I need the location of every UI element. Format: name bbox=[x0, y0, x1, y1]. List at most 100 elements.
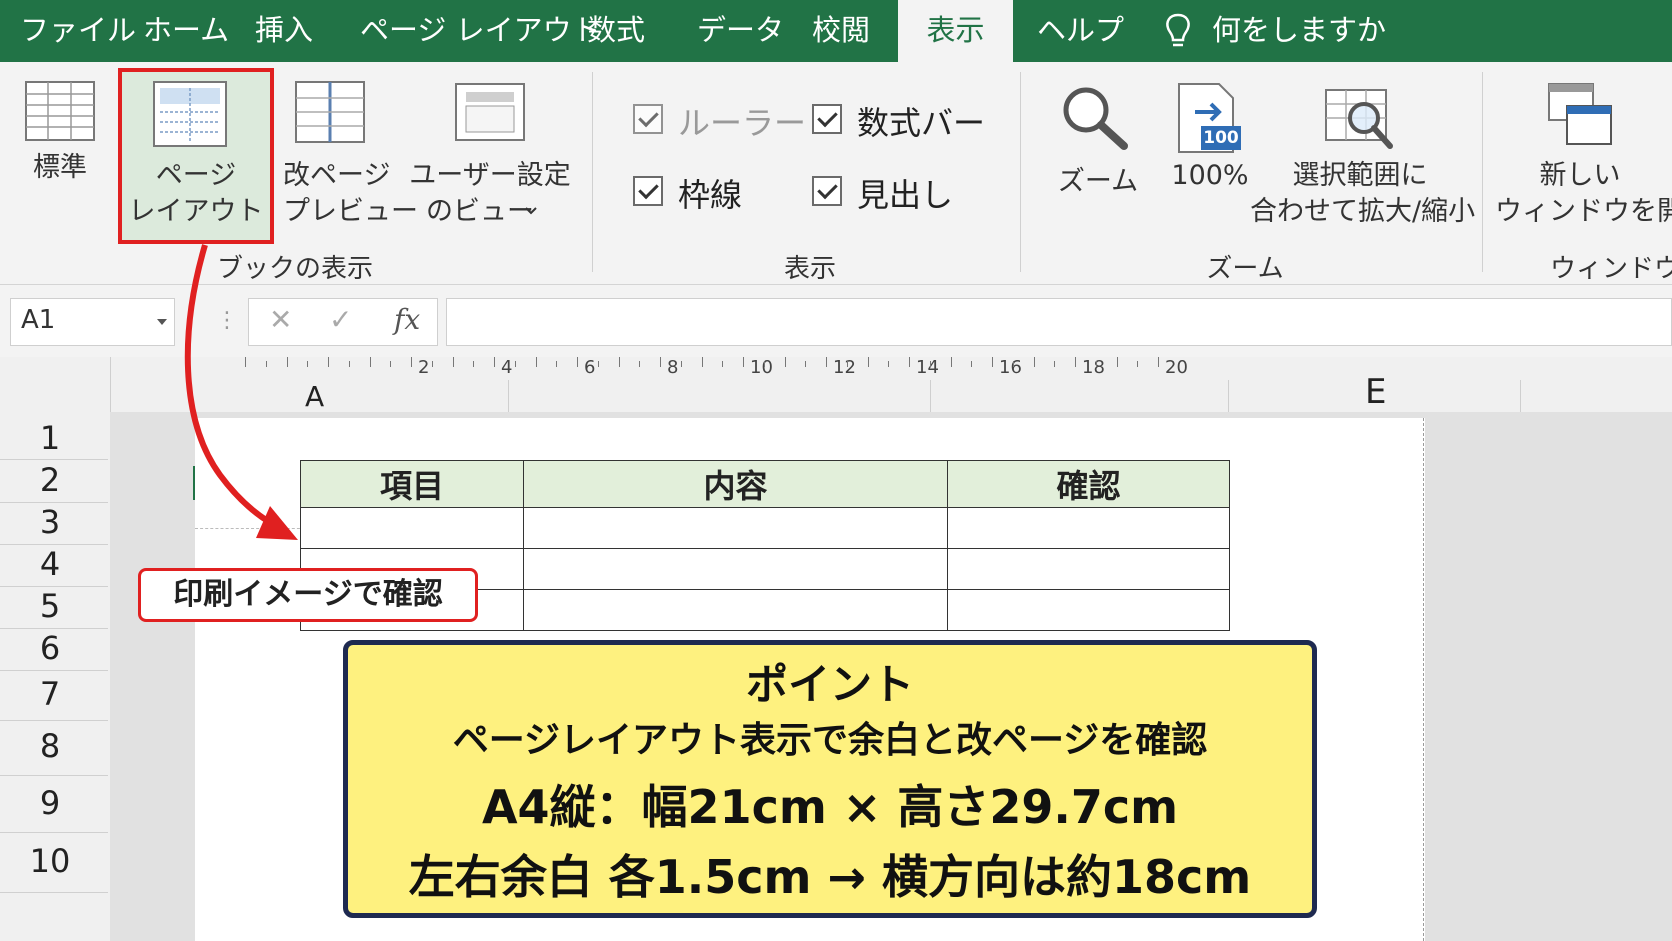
insert-function-icon[interactable]: fx bbox=[394, 303, 420, 336]
table-cell[interactable] bbox=[523, 548, 948, 590]
row-header-3[interactable]: 3 bbox=[0, 503, 100, 541]
normal-view-icon bbox=[25, 81, 95, 141]
tab-review[interactable]: 校閲 bbox=[812, 0, 870, 62]
table-header-check[interactable]: 確認 bbox=[947, 460, 1230, 508]
table-cell[interactable] bbox=[947, 589, 1230, 631]
ruler-tick-label: 18 bbox=[1082, 357, 1105, 378]
gridlines-label: 枠線 bbox=[678, 176, 743, 214]
ruler-tick-mark bbox=[618, 357, 620, 367]
formula-input[interactable] bbox=[446, 298, 1672, 346]
formula-bar-label: 数式バー bbox=[857, 104, 986, 142]
table-cell[interactable] bbox=[947, 507, 1230, 549]
page-break-label-1: 改ページ bbox=[283, 160, 391, 191]
row-header-9[interactable]: 9 bbox=[0, 784, 100, 822]
ruler-tick-mark bbox=[701, 357, 703, 367]
custom-views-label-2: のビュー bbox=[426, 196, 534, 227]
window-group-label: ウィンドウ bbox=[1550, 254, 1672, 284]
ruler-tick-mark bbox=[1116, 357, 1118, 367]
group-separator bbox=[592, 72, 593, 272]
column-header-e[interactable]: E bbox=[1365, 372, 1386, 412]
ruler-tick-mark bbox=[452, 357, 454, 367]
table-header-content[interactable]: 内容 bbox=[523, 460, 948, 508]
ruler-tick-mark bbox=[577, 357, 578, 367]
zoom-to-selection-label-2: 合わせて拡大/縮小 bbox=[1250, 196, 1476, 227]
ruler-tick-mark bbox=[348, 361, 350, 367]
point-line-1: ページレイアウト表示で余白と改ページを確認 bbox=[452, 720, 1208, 761]
row-header-6[interactable]: 6 bbox=[0, 629, 100, 667]
point-line-3: 左右余白 各1.5cm → 横方向は約18cm bbox=[408, 850, 1252, 904]
ruler-checkbox[interactable] bbox=[633, 104, 663, 134]
name-box-dropdown-icon[interactable] bbox=[156, 317, 168, 327]
row-header-2[interactable]: 2 bbox=[0, 461, 100, 499]
row-headers: 1 2 3 4 5 6 7 8 9 10 bbox=[0, 357, 111, 941]
formula-bar-checkbox[interactable] bbox=[812, 104, 842, 134]
tab-file[interactable]: ファイル bbox=[20, 0, 136, 62]
tab-view[interactable]: 表示 bbox=[898, 0, 1013, 62]
ruler-tick-mark bbox=[1137, 361, 1139, 367]
ruler-tick-mark bbox=[784, 357, 786, 367]
row-divider bbox=[0, 670, 108, 671]
row-header-1[interactable]: 1 bbox=[0, 419, 100, 457]
lightbulb-icon bbox=[1166, 13, 1190, 47]
tab-insert[interactable]: 挿入 bbox=[255, 0, 313, 62]
zoom-label: ズーム bbox=[1057, 166, 1139, 197]
show-group-label: 表示 bbox=[783, 254, 836, 284]
ruler-tick-mark bbox=[556, 361, 558, 367]
ruler-tick-label: 14 bbox=[916, 357, 939, 378]
point-line-2: A4縦：幅21cm × 高さ29.7cm bbox=[481, 780, 1179, 834]
zoom-to-selection-label-1: 選択範囲に bbox=[1292, 160, 1428, 191]
headings-checkbox[interactable] bbox=[812, 176, 842, 206]
ruler-tick-mark bbox=[722, 361, 724, 367]
table-header-item[interactable]: 項目 bbox=[300, 460, 524, 508]
normal-view-label: 標準 bbox=[33, 152, 87, 183]
table-cell[interactable] bbox=[523, 589, 948, 631]
ruler-tick-mark bbox=[763, 361, 765, 367]
row-header-5[interactable]: 5 bbox=[0, 587, 100, 625]
row-header-4[interactable]: 4 bbox=[0, 545, 100, 583]
ruler-tick-mark bbox=[431, 361, 433, 367]
ruler-tick-mark bbox=[1158, 357, 1159, 367]
ruler-tick-mark bbox=[639, 361, 641, 367]
ruler-tick-mark bbox=[909, 357, 910, 367]
callout-label: 印刷イメージで確認 bbox=[138, 568, 478, 622]
row-header-10[interactable]: 10 bbox=[0, 842, 100, 880]
tab-help[interactable]: ヘルプ bbox=[1037, 0, 1124, 62]
tab-home[interactable]: ホーム bbox=[143, 0, 229, 62]
ruler-tick-mark bbox=[846, 361, 848, 367]
row-header-8[interactable]: 8 bbox=[0, 727, 100, 765]
page-layout-label-1: ページ bbox=[155, 160, 237, 191]
row-divider bbox=[0, 832, 108, 833]
ruler-tick-label: 6 bbox=[584, 357, 596, 378]
gridlines-checkbox[interactable] bbox=[633, 176, 663, 206]
table-cell[interactable] bbox=[947, 548, 1230, 590]
name-box[interactable]: A1 bbox=[10, 298, 175, 346]
tell-me-search[interactable]: 何をしますか bbox=[1212, 0, 1386, 62]
group-separator bbox=[1020, 72, 1021, 272]
ruler-tick-mark bbox=[950, 357, 952, 367]
table-cell[interactable] bbox=[523, 507, 948, 549]
tab-data[interactable]: データ bbox=[697, 0, 784, 62]
page-layout-label-2: レイアウト bbox=[128, 196, 264, 227]
enter-icon[interactable]: ✓ bbox=[329, 303, 352, 336]
tab-page-layout[interactable]: ページ レイアウト bbox=[360, 0, 601, 62]
zoom-group-label: ズーム bbox=[1206, 254, 1284, 284]
zoom-to-selection-icon bbox=[1325, 89, 1393, 149]
zoom-100-badge: 100 bbox=[1203, 128, 1239, 148]
headings-label: 見出し bbox=[857, 176, 954, 214]
table-cell[interactable] bbox=[300, 507, 524, 549]
point-box: ポイント ページレイアウト表示で余白と改ページを確認 A4縦：幅21cm × 高… bbox=[343, 640, 1317, 918]
ribbon-tab-bar: ファイル ホーム 挿入 ページ レイアウト 数式 データ 校閲 表示 ヘルプ 何… bbox=[0, 0, 1672, 62]
point-title: ポイント bbox=[745, 660, 914, 709]
custom-views-icon bbox=[455, 83, 525, 141]
ruler-tick-label: 8 bbox=[667, 357, 679, 378]
column-divider bbox=[1228, 380, 1229, 412]
normal-view-button[interactable] bbox=[22, 78, 98, 144]
name-box-value: A1 bbox=[21, 305, 56, 335]
page-break-label-2: プレビュー bbox=[283, 196, 418, 227]
row-header-7[interactable]: 7 bbox=[0, 675, 100, 713]
tab-formulas[interactable]: 数式 bbox=[587, 0, 645, 62]
ruler-tick-mark bbox=[1075, 357, 1076, 367]
ruler-tick-mark bbox=[535, 357, 537, 367]
ruler-tick-mark bbox=[411, 357, 412, 367]
table-row bbox=[300, 507, 1230, 549]
